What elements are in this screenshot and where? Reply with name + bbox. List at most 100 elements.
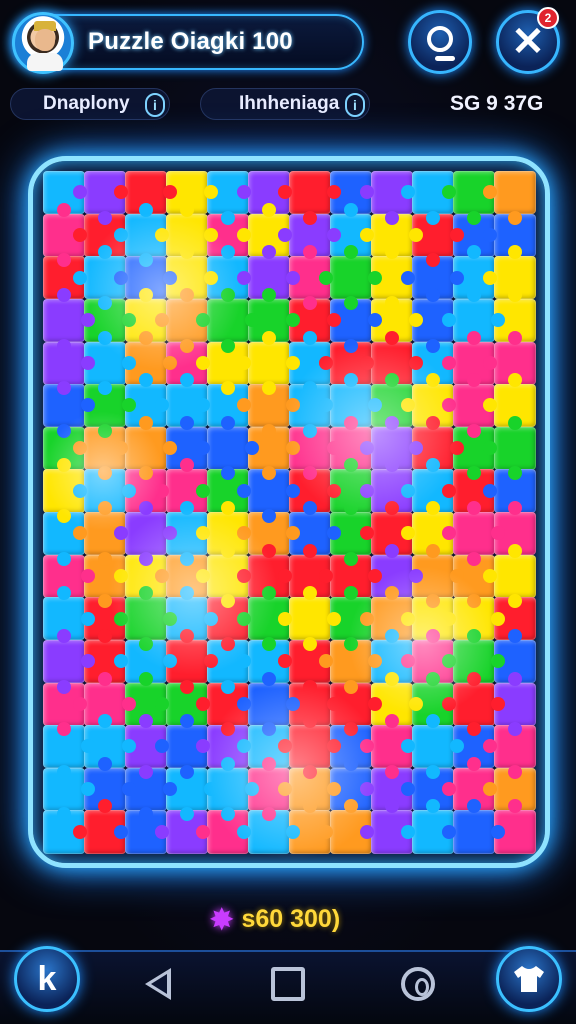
piece-tab bbox=[179, 714, 194, 729]
piece-tab bbox=[97, 330, 112, 345]
piece-tab bbox=[286, 355, 300, 370]
puzzle-piece[interactable] bbox=[330, 256, 372, 300]
piece-tab bbox=[237, 568, 251, 583]
piece-tab bbox=[409, 355, 423, 370]
piece-tab bbox=[204, 227, 218, 242]
piece-tab bbox=[319, 355, 333, 370]
piece-tab bbox=[204, 782, 218, 797]
pointer-button[interactable]: k bbox=[14, 946, 80, 1012]
piece-tab bbox=[114, 441, 128, 456]
piece-tab bbox=[466, 594, 481, 609]
puzzle-piece[interactable] bbox=[494, 554, 536, 598]
piece-tab bbox=[302, 466, 317, 481]
piece-tab bbox=[261, 287, 276, 302]
piece-tab bbox=[442, 824, 456, 839]
piece-tab bbox=[302, 679, 317, 694]
puzzle-piece[interactable] bbox=[494, 171, 536, 215]
piece-tab bbox=[261, 756, 276, 771]
piece-tab bbox=[179, 679, 194, 694]
stat-pill-left[interactable]: Dnaplony i bbox=[10, 88, 170, 120]
piece-tab bbox=[97, 381, 112, 396]
search-icon bbox=[427, 26, 455, 61]
piece-tab bbox=[220, 594, 235, 609]
puzzle-piece[interactable] bbox=[248, 682, 290, 726]
info-icon[interactable]: i bbox=[345, 93, 365, 117]
recent-button[interactable] bbox=[396, 962, 440, 1006]
piece-tab bbox=[179, 202, 194, 217]
piece-tab bbox=[343, 799, 358, 814]
puzzle-piece[interactable] bbox=[412, 725, 454, 769]
piece-tab bbox=[483, 355, 497, 370]
piece-tab bbox=[114, 227, 128, 242]
counter-text: s60 300) bbox=[241, 905, 341, 933]
piece-tab bbox=[261, 671, 276, 686]
piece-tab bbox=[442, 782, 456, 797]
piece-tab bbox=[155, 696, 169, 711]
piece-tab bbox=[286, 441, 300, 456]
piece-tab bbox=[491, 696, 505, 711]
piece-tab bbox=[286, 696, 300, 711]
piece-tab bbox=[384, 245, 399, 260]
piece-tab bbox=[56, 722, 71, 737]
piece-tab bbox=[483, 270, 497, 285]
piece-tab bbox=[360, 355, 374, 370]
piece-tab bbox=[401, 270, 415, 285]
puzzle-piece[interactable] bbox=[289, 171, 331, 215]
puzzle-grid[interactable] bbox=[43, 171, 536, 861]
puzzle-piece[interactable] bbox=[207, 426, 249, 470]
puzzle-piece[interactable] bbox=[125, 512, 167, 556]
game-title: Puzzle Oiagki 100 bbox=[88, 28, 293, 55]
home-button[interactable] bbox=[266, 962, 310, 1006]
piece-tab bbox=[507, 210, 522, 225]
piece-tab bbox=[401, 824, 415, 839]
piece-tab bbox=[360, 824, 374, 839]
puzzle-board[interactable] bbox=[28, 156, 550, 868]
piece-tab bbox=[261, 381, 276, 396]
info-icon[interactable]: i bbox=[145, 93, 165, 117]
piece-tab bbox=[261, 722, 276, 737]
search-button[interactable] bbox=[408, 10, 472, 74]
piece-tab bbox=[204, 270, 218, 285]
piece-tab bbox=[138, 287, 153, 302]
piece-tab bbox=[220, 756, 235, 771]
piece-tab bbox=[327, 696, 341, 711]
piece-tab bbox=[409, 696, 423, 711]
piece-tab bbox=[179, 458, 194, 473]
piece-tab bbox=[261, 586, 276, 601]
puzzle-piece[interactable] bbox=[207, 298, 249, 342]
piece-tab bbox=[384, 628, 399, 643]
puzzle-piece[interactable] bbox=[453, 810, 495, 854]
back-icon bbox=[145, 968, 171, 1000]
avatar[interactable] bbox=[12, 12, 74, 74]
shirt-button[interactable] bbox=[496, 946, 562, 1012]
puzzle-piece[interactable] bbox=[43, 639, 85, 683]
piece-tab bbox=[220, 415, 235, 430]
puzzle-piece[interactable] bbox=[125, 597, 167, 641]
piece-tab bbox=[327, 611, 341, 626]
piece-tab bbox=[384, 799, 399, 814]
piece-tab bbox=[179, 373, 194, 388]
piece-tab bbox=[155, 568, 169, 583]
puzzle-piece[interactable] bbox=[125, 426, 167, 470]
puzzle-piece[interactable] bbox=[494, 426, 536, 470]
piece-tab bbox=[466, 423, 481, 438]
stat-left-label: Dnaplony bbox=[43, 93, 130, 114]
piece-tab bbox=[302, 245, 317, 260]
piece-tab bbox=[56, 764, 71, 779]
puzzle-piece[interactable] bbox=[453, 512, 495, 556]
puzzle-piece[interactable] bbox=[248, 341, 290, 385]
puzzle-piece[interactable] bbox=[289, 597, 331, 641]
piece-tab bbox=[466, 671, 481, 686]
piece-tab bbox=[360, 483, 374, 498]
back-button[interactable] bbox=[136, 962, 180, 1006]
piece-tab bbox=[97, 466, 112, 481]
stat-pill-mid[interactable]: Ihnheniaga i bbox=[200, 88, 370, 120]
piece-tab bbox=[360, 611, 374, 626]
puzzle-piece[interactable] bbox=[289, 725, 331, 769]
puzzle-piece[interactable] bbox=[453, 682, 495, 726]
puzzle-piece[interactable] bbox=[43, 298, 85, 342]
close-button[interactable]: ✕ 2 bbox=[496, 7, 560, 74]
piece-tab bbox=[425, 628, 440, 643]
piece-tab bbox=[179, 501, 194, 515]
piece-tab bbox=[138, 466, 153, 481]
